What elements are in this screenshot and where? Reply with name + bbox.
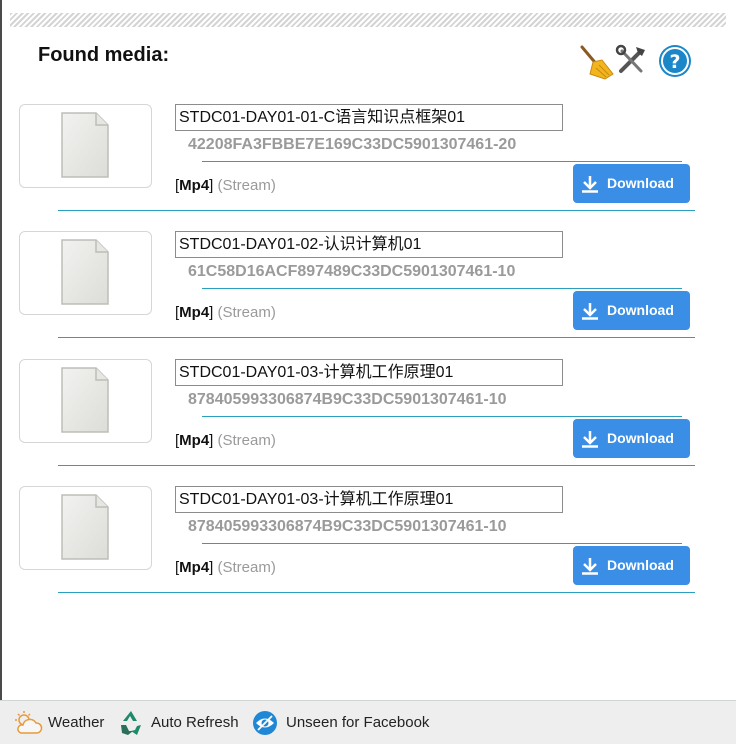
hash-underline [202, 161, 682, 162]
format-label: Mp4 [179, 559, 210, 576]
download-icon [582, 431, 598, 448]
page-title: Found media: [38, 44, 170, 66]
download-label: Download [607, 302, 674, 318]
stream-label: (Stream) [217, 304, 276, 321]
download-button[interactable]: Download [573, 546, 690, 585]
hash-underline [202, 288, 682, 289]
media-thumbnail [19, 104, 152, 188]
eye-icon [253, 711, 277, 735]
stream-label: (Stream) [217, 432, 276, 449]
svg-text:?: ? [669, 51, 680, 73]
download-label: Download [607, 430, 674, 446]
format-label: Mp4 [179, 304, 210, 321]
media-item: STDC01-DAY01-03-计算机工作原理01 87840599330687… [0, 359, 736, 487]
media-hash: 42208FA3FBBE7E169C33DC5901307461-20 [188, 136, 517, 153]
download-label: Download [607, 557, 674, 573]
format-label: Mp4 [179, 177, 210, 194]
item-divider [58, 210, 695, 211]
media-format: [Mp4] (Stream) [175, 559, 276, 576]
file-icon [61, 494, 109, 560]
drag-bar[interactable] [10, 13, 726, 27]
footer-bar: Weather Auto Refresh Unseen for Facebook [0, 700, 736, 744]
file-icon [61, 112, 109, 178]
media-hash: 61C58D16ACF897489C33DC5901307461-10 [188, 263, 516, 280]
item-divider [58, 592, 695, 593]
stream-label: (Stream) [217, 559, 276, 576]
file-icon [61, 239, 109, 305]
download-button[interactable]: Download [573, 291, 690, 330]
weather-icon [15, 711, 43, 734]
download-icon [582, 303, 598, 320]
format-label: Mp4 [179, 432, 210, 449]
media-thumbnail [19, 359, 152, 443]
file-icon [61, 367, 109, 433]
download-icon [582, 558, 598, 575]
download-button[interactable]: Download [573, 164, 690, 203]
item-divider [58, 337, 695, 338]
media-format: [Mp4] (Stream) [175, 432, 276, 449]
weather-label: Weather [48, 714, 105, 731]
broom-icon[interactable] [578, 44, 614, 80]
recycle-icon [121, 711, 141, 735]
download-icon [582, 176, 598, 193]
download-label: Download [607, 175, 674, 191]
media-name-field[interactable]: STDC01-DAY01-03-计算机工作原理01 [175, 359, 563, 386]
auto-refresh-label: Auto Refresh [151, 714, 239, 731]
stream-label: (Stream) [217, 177, 276, 194]
hash-underline [202, 416, 682, 417]
unseen-label: Unseen for Facebook [286, 714, 430, 731]
hash-underline [202, 543, 682, 544]
media-name-field[interactable]: STDC01-DAY01-01-C语言知识点框架01 [175, 104, 563, 131]
media-hash: 878405993306874B9C33DC5901307461-10 [188, 518, 507, 535]
media-thumbnail [19, 231, 152, 315]
media-name-field[interactable]: STDC01-DAY01-02-认识计算机01 [175, 231, 563, 258]
media-format: [Mp4] (Stream) [175, 304, 276, 321]
media-item: STDC01-DAY01-03-计算机工作原理01 87840599330687… [0, 486, 736, 614]
media-hash: 878405993306874B9C33DC5901307461-10 [188, 391, 507, 408]
help-icon[interactable]: ? [658, 44, 692, 78]
tools-icon[interactable] [614, 44, 648, 78]
media-item: STDC01-DAY01-02-认识计算机01 61C58D16ACF89748… [0, 231, 736, 359]
media-item: STDC01-DAY01-01-C语言知识点框架01 42208FA3FBBE7… [0, 104, 736, 232]
media-thumbnail [19, 486, 152, 570]
media-name-field[interactable]: STDC01-DAY01-03-计算机工作原理01 [175, 486, 563, 513]
media-format: [Mp4] (Stream) [175, 177, 276, 194]
item-divider [58, 465, 695, 466]
download-button[interactable]: Download [573, 419, 690, 458]
